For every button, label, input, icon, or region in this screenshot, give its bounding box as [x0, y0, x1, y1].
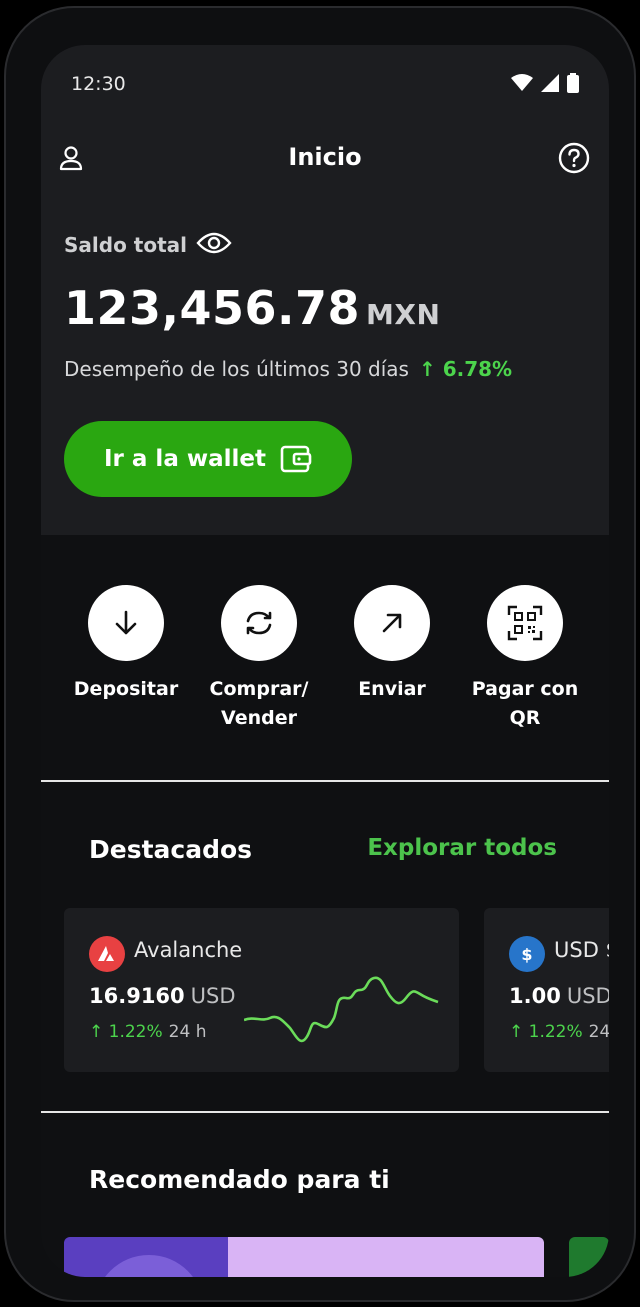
toggle-visibility-button[interactable] — [196, 230, 232, 260]
coin-name: USD $ — [554, 938, 609, 962]
arrow-down-icon — [115, 610, 137, 635]
status-icons — [511, 73, 579, 93]
performance-value: ↑ 6.78% — [418, 357, 513, 381]
signal-icon — [541, 74, 559, 92]
svg-text:$: $ — [521, 945, 532, 964]
sparkline-chart — [244, 976, 439, 1043]
go-to-wallet-button[interactable]: Ir a la wallet — [64, 421, 352, 497]
wallet-icon — [280, 445, 312, 473]
pay-qr-label: Pagar con QR — [471, 678, 579, 729]
eye-icon — [196, 232, 232, 254]
performance-row: Desempeño de los últimos 30 días ↑ 6.78% — [64, 357, 512, 381]
coin-price-value: 1.00 — [509, 984, 561, 1008]
dollar-icon: $ — [521, 945, 532, 964]
coin-change: ↑ 1.22%24 h — [89, 1022, 206, 1042]
featured-title: Destacados — [89, 835, 253, 864]
recommended-banner[interactable] — [64, 1237, 544, 1277]
buy-sell-label: Comprar/ Vender — [209, 678, 309, 729]
coin-price: 16.9160 USD — [89, 984, 236, 1008]
coin-change: ↑ 1.22%24 h — [509, 1022, 609, 1042]
help-icon — [558, 142, 590, 174]
coin-change-period: 24 h — [168, 1022, 207, 1042]
arrow-up-right-icon — [382, 613, 402, 633]
qr-code-icon — [507, 605, 543, 641]
divider — [41, 780, 609, 782]
page-title: Inicio — [288, 143, 362, 171]
send-circle — [354, 585, 430, 661]
balance-value: 123,456.78 — [64, 281, 361, 335]
deposit-circle — [88, 585, 164, 661]
avalanche-logo — [89, 936, 125, 972]
divider — [41, 1111, 609, 1113]
balance-label: Saldo total — [64, 233, 187, 257]
coin-name: Avalanche — [134, 938, 243, 962]
send-action[interactable]: Enviar — [327, 585, 457, 704]
coin-change-period: 24 h — [588, 1022, 609, 1042]
battery-icon — [567, 73, 579, 93]
coin-price: 1.00 USD — [509, 984, 609, 1008]
balance-section: Inicio Saldo total 123,456.78 MXN Desempe… — [41, 125, 609, 535]
balance-currency: MXN — [366, 298, 441, 331]
help-button[interactable] — [557, 141, 591, 175]
coin-price-unit: USD — [190, 984, 236, 1008]
pay-qr-action[interactable]: Pagar con QR — [460, 585, 590, 733]
swap-icon — [246, 611, 272, 635]
wifi-icon — [511, 74, 533, 91]
buy-sell-circle — [221, 585, 297, 661]
featured-card-avalanche[interactable]: Avalanche 16.9160 USD ↑ 1.22% 24 h — [64, 908, 459, 1072]
screen: 12:30 Inicio Saldo total 123,456.78 MXN D… — [41, 45, 609, 1277]
featured-card-usd[interactable]: $ USD $ 1.00USD ↑ 1.22%24 h — [484, 908, 609, 1072]
balance-amount: 123,456.78 MXN — [64, 281, 440, 335]
quick-actions: Depositar Comprar/ Vender Enviar Pagar c… — [41, 535, 609, 781]
performance-label: Desempeño de los últimos 30 días — [64, 357, 409, 381]
coin-change-value: ↑ 1.22% — [89, 1022, 163, 1042]
phone-frame: 12:30 Inicio Saldo total 123,456.78 MXN D… — [4, 6, 636, 1302]
deposit-action[interactable]: Depositar — [61, 585, 191, 704]
send-label: Enviar — [358, 678, 426, 700]
avalanche-icon — [98, 946, 114, 961]
status-bar: 12:30 — [41, 45, 609, 125]
wallet-button-label: Ir a la wallet — [104, 446, 266, 472]
status-time: 12:30 — [71, 73, 126, 95]
banner-body — [228, 1237, 544, 1277]
recommended-banner-next[interactable] — [569, 1237, 609, 1277]
recommended-title: Recomendado para ti — [89, 1165, 390, 1194]
buy-sell-action[interactable]: Comprar/ Vender — [194, 585, 324, 733]
pay-qr-circle — [487, 585, 563, 661]
coin-price-value: 16.9160 — [89, 984, 185, 1008]
usd-logo: $ — [509, 936, 545, 972]
coin-change-value: ↑ 1.22% — [509, 1022, 583, 1042]
explore-all-link[interactable]: Explorar todos — [367, 835, 557, 861]
deposit-label: Depositar — [73, 678, 179, 700]
coin-price-unit: USD — [566, 984, 609, 1008]
